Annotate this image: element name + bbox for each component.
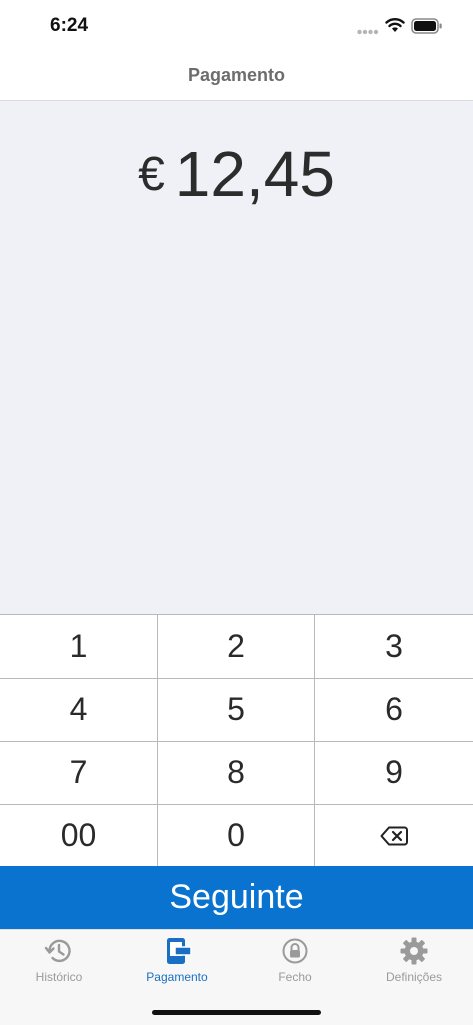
amount-display: €12,45 <box>0 137 473 211</box>
tab-payment[interactable]: Pagamento <box>118 930 236 990</box>
status-time: 6:24 <box>50 15 89 36</box>
key-2[interactable]: 2 <box>157 615 315 678</box>
tab-history[interactable]: Histórico <box>0 930 118 990</box>
battery-icon <box>411 18 442 34</box>
tab-close-label: Fecho <box>278 970 312 984</box>
tab-history-label: Histórico <box>35 970 83 984</box>
tab-payment-label: Pagamento <box>146 970 208 984</box>
key-0[interactable]: 0 <box>157 804 315 867</box>
lock-icon <box>282 938 308 964</box>
numeric-keypad: 1 2 3 4 5 6 7 8 9 00 0 <box>0 614 473 867</box>
key-9[interactable]: 9 <box>315 741 473 804</box>
status-bar: 6:24 <box>0 0 473 52</box>
wifi-icon <box>385 18 405 32</box>
amount-display-area: €12,45 <box>0 101 473 614</box>
key-8[interactable]: 8 <box>157 741 315 804</box>
gear-icon <box>400 937 428 965</box>
backspace-key[interactable] <box>315 804 473 867</box>
page-title: Pagamento <box>187 65 286 85</box>
tab-settings-label: Definições <box>385 970 443 984</box>
key-00[interactable]: 00 <box>0 804 157 867</box>
backspace-icon <box>380 826 408 845</box>
key-6[interactable]: 6 <box>315 678 473 741</box>
tab-close[interactable]: Fecho <box>236 930 354 990</box>
home-indicator <box>152 1010 321 1015</box>
navigation-bar: Pagamento <box>0 52 473 101</box>
payment-icon <box>167 938 192 964</box>
key-5[interactable]: 5 <box>157 678 315 741</box>
key-3[interactable]: 3 <box>315 615 473 678</box>
key-1[interactable]: 1 <box>0 615 157 678</box>
tab-settings[interactable]: Definições <box>355 930 473 990</box>
key-7[interactable]: 7 <box>0 741 157 804</box>
cellular-signal-icon <box>357 29 379 35</box>
next-button[interactable]: Seguinte <box>0 866 473 929</box>
history-icon <box>44 939 71 963</box>
key-4[interactable]: 4 <box>0 678 157 741</box>
amount-value: 12,45 <box>174 138 335 210</box>
currency-symbol: € <box>138 148 165 201</box>
